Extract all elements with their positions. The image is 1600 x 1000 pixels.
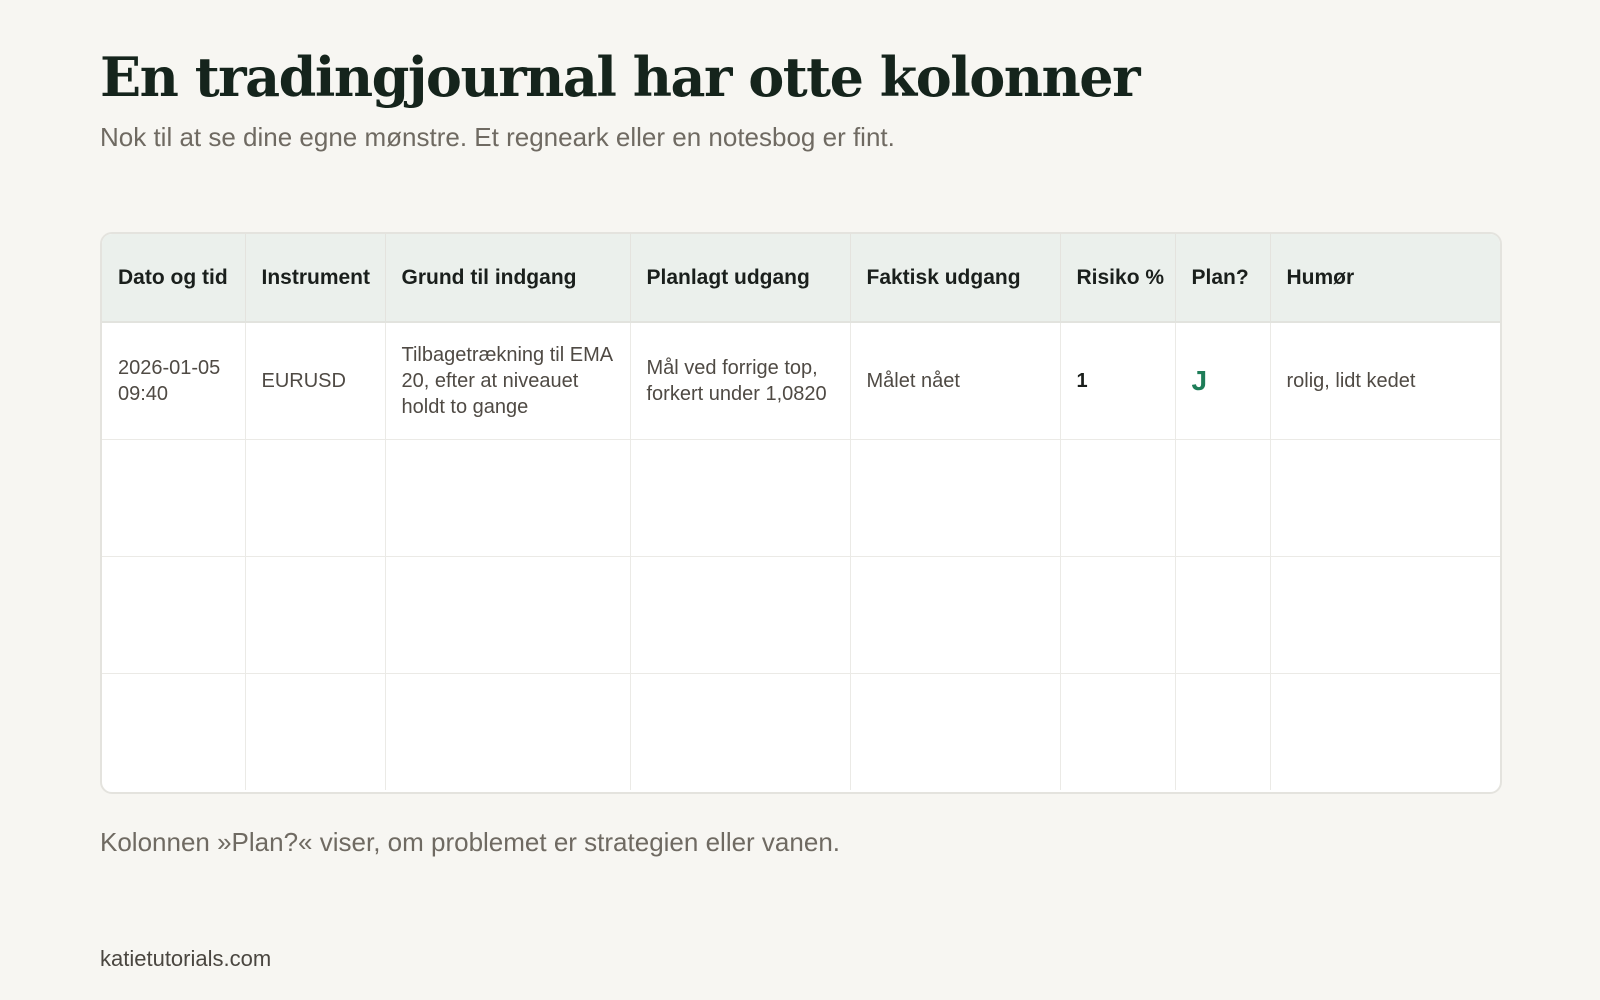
empty-cell[interactable] (629, 672, 850, 790)
table-header-row: Dato og tid Instrument Grund til indgang… (102, 234, 1500, 323)
cell-actual-exit: Målet nået (849, 322, 1060, 439)
empty-cell[interactable] (849, 438, 1060, 556)
empty-cell[interactable] (1269, 672, 1500, 790)
empty-table-row (102, 438, 1500, 556)
empty-cell[interactable] (384, 555, 630, 673)
empty-cell[interactable] (384, 672, 630, 790)
site-url: katietutorials.com (100, 946, 272, 971)
empty-cell[interactable] (1059, 672, 1175, 790)
empty-cell[interactable] (1269, 438, 1500, 556)
page-subtitle: Nok til at se dine egne mønstre. Et regn… (100, 122, 895, 152)
cell-instrument: EURUSD (244, 322, 385, 439)
empty-cell[interactable] (102, 672, 245, 790)
empty-cell[interactable] (102, 438, 245, 556)
cell-datetime: 2026-01-05 09:40 (118, 356, 221, 405)
footnote: Kolonnen »Plan?« viser, om problemet er … (100, 827, 840, 857)
cell-risk: 1 (1059, 322, 1175, 439)
empty-cell[interactable] (1059, 555, 1175, 673)
empty-cell[interactable] (1269, 555, 1500, 673)
column-header-datetime: Dato og tid (102, 234, 245, 323)
empty-cell[interactable] (629, 555, 850, 673)
column-header-risk: Risiko % (1059, 234, 1175, 323)
empty-cell[interactable] (849, 555, 1060, 673)
empty-cell[interactable] (629, 438, 850, 556)
cell-mood: rolig, lidt kedet (1269, 322, 1500, 439)
journal-table-card: Dato og tid Instrument Grund til indgang… (100, 232, 1502, 794)
empty-cell[interactable] (244, 672, 385, 790)
empty-cell[interactable] (1174, 438, 1270, 556)
cell-planned-exit: Mål ved forrige top, forkert under 1,082… (629, 322, 850, 439)
empty-cell[interactable] (1174, 555, 1270, 673)
column-header-planned-exit: Planlagt udgang (629, 234, 850, 323)
column-header-instrument: Instrument (244, 234, 385, 323)
empty-cell[interactable] (1059, 438, 1175, 556)
table-row: 2026-01-05 09:40 EURUSD Tilbagetrækning … (102, 322, 1500, 439)
empty-table-row (102, 555, 1500, 673)
column-header-plan: Plan? (1174, 234, 1270, 323)
column-header-mood: Humør (1269, 234, 1500, 323)
empty-cell[interactable] (849, 672, 1060, 790)
column-header-entry-reason: Grund til indgang (384, 234, 630, 323)
empty-cell[interactable] (384, 438, 630, 556)
empty-cell[interactable] (244, 555, 385, 673)
empty-cell[interactable] (102, 555, 245, 673)
empty-cell[interactable] (244, 438, 385, 556)
cell-plan: J (1174, 322, 1270, 439)
page-title: En tradingjournal har otte kolonner (100, 45, 1141, 109)
column-header-actual-exit: Faktisk udgang (849, 234, 1060, 323)
empty-cell[interactable] (1174, 672, 1270, 790)
journal-table: Dato og tid Instrument Grund til indgang… (102, 234, 1500, 790)
cell-entry-reason: Tilbagetrækning til EMA 20, efter at niv… (384, 322, 630, 439)
empty-table-row (102, 672, 1500, 790)
